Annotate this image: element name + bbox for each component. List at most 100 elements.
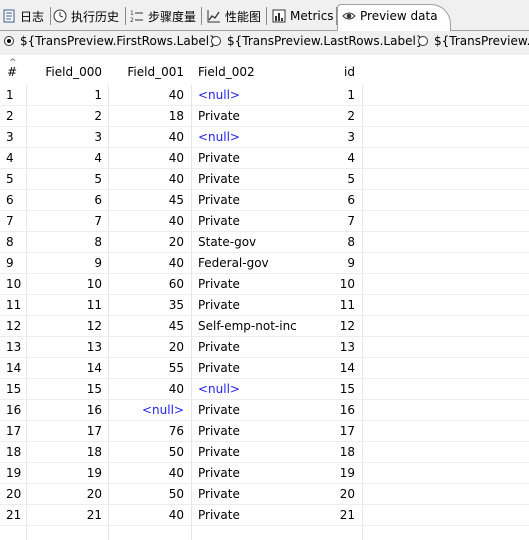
- field-000-cell[interactable]: 11: [26, 295, 102, 316]
- field-000-cell[interactable]: 12: [26, 316, 102, 337]
- row-number-cell[interactable]: 20: [0, 484, 26, 505]
- column-header-field-000[interactable]: Field_000: [26, 55, 102, 85]
- table-row[interactable]: 2 2 18 Private 2: [0, 106, 529, 127]
- row-number-cell[interactable]: 21: [0, 505, 26, 526]
- id-cell[interactable]: 4: [300, 148, 355, 169]
- id-cell[interactable]: 2: [300, 106, 355, 127]
- row-number-cell[interactable]: 2: [0, 106, 26, 127]
- row-number-cell[interactable]: 7: [0, 211, 26, 232]
- id-cell[interactable]: 16: [300, 400, 355, 421]
- row-number-cell[interactable]: 13: [0, 337, 26, 358]
- row-number-cell[interactable]: 11: [0, 295, 26, 316]
- field-000-cell[interactable]: 15: [26, 379, 102, 400]
- field-001-cell[interactable]: 40: [108, 463, 184, 484]
- table-row[interactable]: 16 16 <null> Private 16: [0, 400, 529, 421]
- field-001-cell[interactable]: 60: [108, 274, 184, 295]
- field-001-cell[interactable]: 45: [108, 190, 184, 211]
- field-001-cell[interactable]: 35: [108, 295, 184, 316]
- radio-button-selected[interactable]: [4, 36, 14, 46]
- tab-step-metrics[interactable]: 12 步骤度量: [130, 6, 196, 26]
- table-row[interactable]: 5 5 40 Private 5: [0, 169, 529, 190]
- radio-other-rows[interactable]: ${TransPreview.O: [418, 34, 529, 48]
- id-cell[interactable]: 14: [300, 358, 355, 379]
- field-001-cell[interactable]: 50: [108, 442, 184, 463]
- field-000-cell[interactable]: 9: [26, 253, 102, 274]
- id-cell[interactable]: 17: [300, 421, 355, 442]
- field-000-cell[interactable]: 3: [26, 127, 102, 148]
- field-000-cell[interactable]: 4: [26, 148, 102, 169]
- id-cell[interactable]: 19: [300, 463, 355, 484]
- row-number-cell[interactable]: 17: [0, 421, 26, 442]
- field-001-cell[interactable]: 40: [108, 379, 184, 400]
- row-number-cell[interactable]: 19: [0, 463, 26, 484]
- row-number-cell[interactable]: 18: [0, 442, 26, 463]
- id-cell[interactable]: 18: [300, 442, 355, 463]
- field-001-cell[interactable]: 40: [108, 253, 184, 274]
- tab-performance-graph[interactable]: 性能图: [207, 6, 261, 26]
- id-cell[interactable]: 15: [300, 379, 355, 400]
- id-cell[interactable]: 21: [300, 505, 355, 526]
- column-header-field-002[interactable]: Field_002: [198, 55, 255, 85]
- field-000-cell[interactable]: 13: [26, 337, 102, 358]
- table-row[interactable]: 18 18 50 Private 18: [0, 442, 529, 463]
- field-001-cell[interactable]: <null>: [108, 400, 184, 421]
- table-row[interactable]: 6 6 45 Private 6: [0, 190, 529, 211]
- tab-metrics[interactable]: Metrics: [272, 6, 334, 26]
- id-cell[interactable]: 3: [300, 127, 355, 148]
- row-number-cell[interactable]: 3: [0, 127, 26, 148]
- field-000-cell[interactable]: 20: [26, 484, 102, 505]
- row-number-cell[interactable]: 15: [0, 379, 26, 400]
- field-000-cell[interactable]: 6: [26, 190, 102, 211]
- radio-button[interactable]: [211, 36, 221, 46]
- id-cell[interactable]: 8: [300, 232, 355, 253]
- field-001-cell[interactable]: 40: [108, 505, 184, 526]
- table-row[interactable]: 19 19 40 Private 19: [0, 463, 529, 484]
- field-000-cell[interactable]: 10: [26, 274, 102, 295]
- table-row[interactable]: 12 12 45 Self-emp-not-inc 12: [0, 316, 529, 337]
- table-row[interactable]: 13 13 20 Private 13: [0, 337, 529, 358]
- field-001-cell[interactable]: 45: [108, 316, 184, 337]
- field-001-cell[interactable]: 40: [108, 169, 184, 190]
- row-number-cell[interactable]: 6: [0, 190, 26, 211]
- table-row[interactable]: 17 17 76 Private 17: [0, 421, 529, 442]
- field-001-cell[interactable]: 40: [108, 127, 184, 148]
- row-number-cell[interactable]: 12: [0, 316, 26, 337]
- table-row[interactable]: 11 11 35 Private 11: [0, 295, 529, 316]
- field-001-cell[interactable]: 50: [108, 484, 184, 505]
- table-row[interactable]: 4 4 40 Private 4: [0, 148, 529, 169]
- field-000-cell[interactable]: 19: [26, 463, 102, 484]
- column-header-field-001[interactable]: Field_001: [108, 55, 184, 85]
- table-row[interactable]: 15 15 40 <null> 15: [0, 379, 529, 400]
- id-cell[interactable]: 13: [300, 337, 355, 358]
- field-000-cell[interactable]: 8: [26, 232, 102, 253]
- row-number-cell[interactable]: 9: [0, 253, 26, 274]
- tab-history[interactable]: 执行历史: [53, 6, 119, 26]
- id-cell[interactable]: 10: [300, 274, 355, 295]
- table-row[interactable]: 7 7 40 Private 7: [0, 211, 529, 232]
- tab-preview-data[interactable]: Preview data: [342, 6, 438, 26]
- table-row[interactable]: 9 9 40 Federal-gov 9: [0, 253, 529, 274]
- row-number-cell[interactable]: 1: [0, 85, 26, 106]
- id-cell[interactable]: 11: [300, 295, 355, 316]
- table-row[interactable]: 14 14 55 Private 14: [0, 358, 529, 379]
- radio-last-rows[interactable]: ${TransPreview.LastRows.Label}: [211, 34, 423, 48]
- field-000-cell[interactable]: 21: [26, 505, 102, 526]
- field-001-cell[interactable]: 76: [108, 421, 184, 442]
- id-cell[interactable]: 9: [300, 253, 355, 274]
- table-row[interactable]: 1 1 40 <null> 1: [0, 85, 529, 106]
- tab-log[interactable]: 日志: [2, 6, 44, 26]
- id-cell[interactable]: 12: [300, 316, 355, 337]
- id-cell[interactable]: 7: [300, 211, 355, 232]
- table-row[interactable]: 20 20 50 Private 20: [0, 484, 529, 505]
- field-001-cell[interactable]: 55: [108, 358, 184, 379]
- field-000-cell[interactable]: 2: [26, 106, 102, 127]
- field-000-cell[interactable]: 7: [26, 211, 102, 232]
- field-000-cell[interactable]: 5: [26, 169, 102, 190]
- row-number-cell[interactable]: 8: [0, 232, 26, 253]
- field-000-cell[interactable]: 18: [26, 442, 102, 463]
- field-001-cell[interactable]: 40: [108, 85, 184, 106]
- field-000-cell[interactable]: 14: [26, 358, 102, 379]
- field-000-cell[interactable]: 17: [26, 421, 102, 442]
- field-001-cell[interactable]: 18: [108, 106, 184, 127]
- field-001-cell[interactable]: 20: [108, 337, 184, 358]
